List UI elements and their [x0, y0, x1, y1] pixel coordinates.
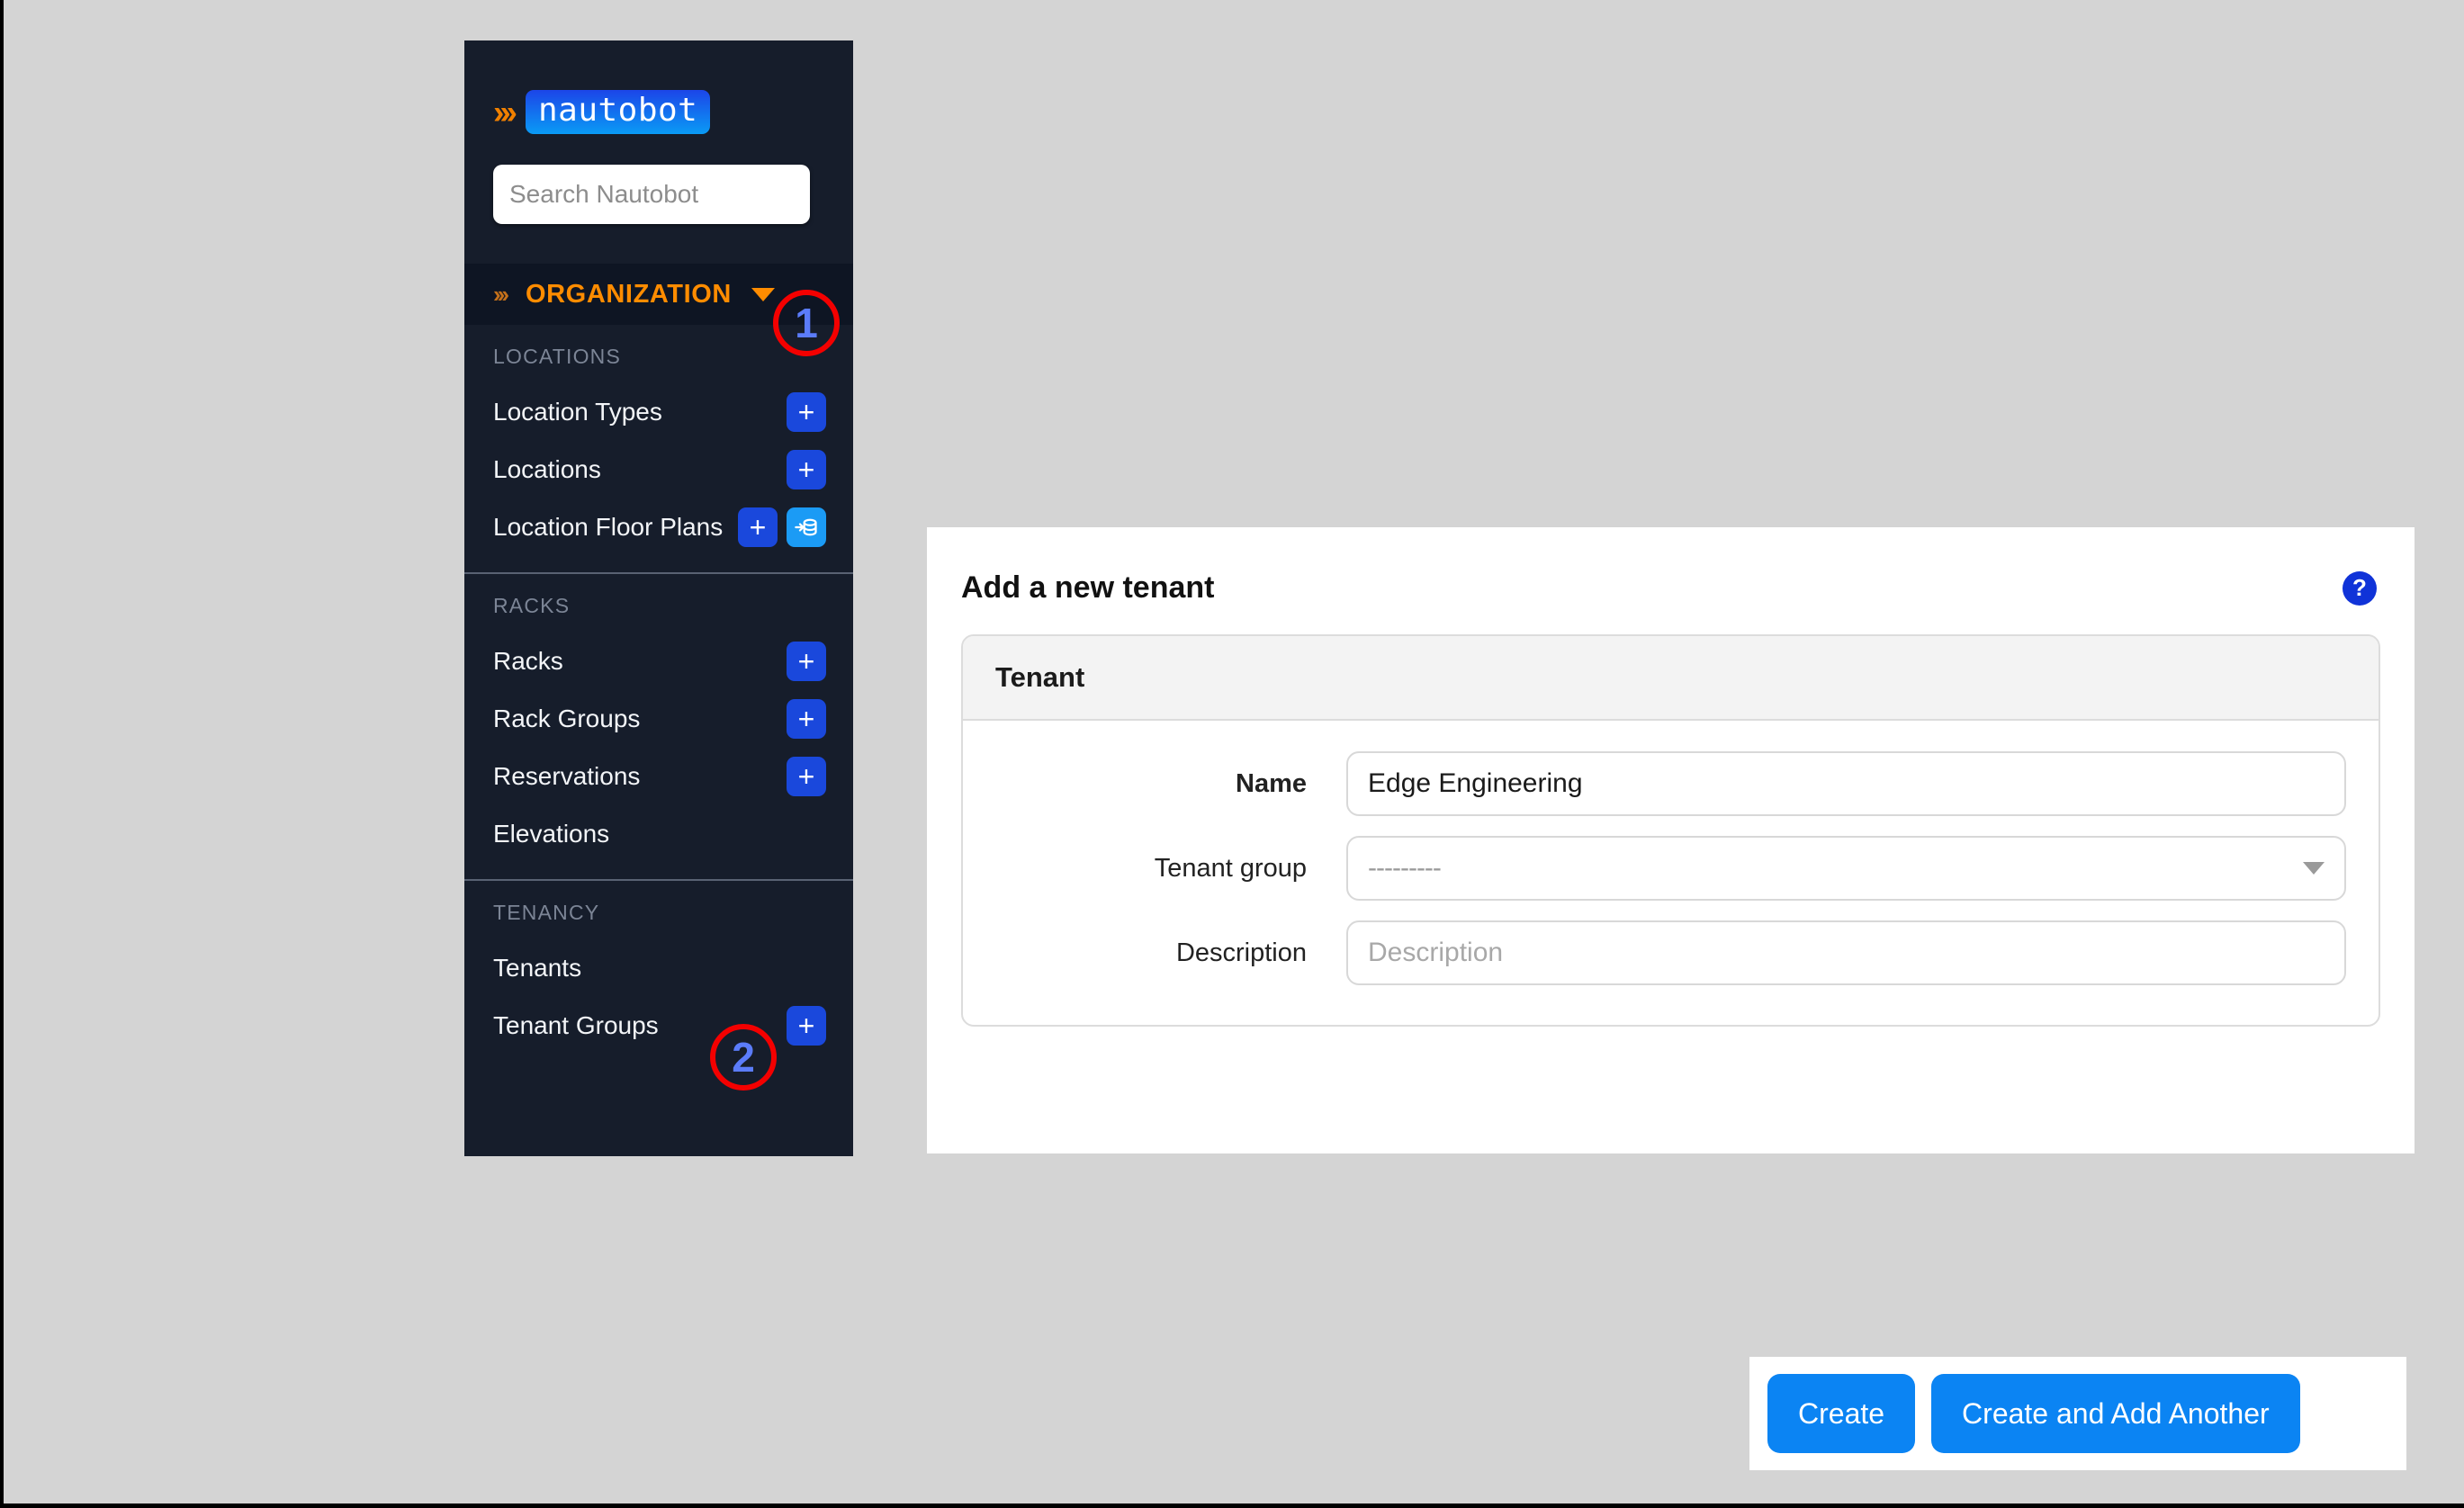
sidebar-item-label: Elevations [493, 820, 610, 848]
brand-name: nautobot [525, 90, 711, 134]
sidebar-item-location-floor-plans[interactable]: Location Floor Plans + [464, 498, 853, 556]
nav-actions: + [738, 507, 826, 547]
sidebar-item-label: Location Floor Plans [493, 513, 724, 541]
description-label: Description [1175, 938, 1307, 967]
sidebar-item-tenant-groups[interactable]: Tenant Groups + [464, 997, 853, 1055]
brand-logo[interactable]: ››› nautobot [464, 40, 853, 134]
sidebar-item-locations[interactable]: Locations + [464, 441, 853, 498]
nav-group-title: RACKS [493, 594, 571, 617]
sidebar-item-racks[interactable]: Racks + [464, 633, 853, 690]
sidebar-item-label: Locations [493, 455, 601, 483]
add-location-button[interactable]: + [787, 450, 826, 489]
nav-actions: + [787, 757, 826, 796]
name-label: Name [1236, 768, 1307, 798]
description-field[interactable] [1346, 920, 2346, 985]
search-bar [493, 165, 810, 224]
help-icon[interactable]: ? [2343, 570, 2377, 606]
nav-group-locations: LOCATIONS Location Types + Locations + L… [464, 325, 853, 556]
nav-group-tenancy: TENANCY Tenants Tenant Groups + [464, 881, 853, 1055]
sidebar: ››› nautobot ››› ORGANIZATION LOCATIONS … [464, 40, 853, 1156]
tenant-card-body: Name Tenant group Description [963, 721, 2379, 1025]
organization-chevrons-icon: ››› [493, 281, 509, 308]
nav-actions: + [787, 699, 826, 739]
sidebar-item-rack-groups[interactable]: Rack Groups + [464, 690, 853, 748]
page-title: Add a new tenant [961, 570, 1215, 605]
annotation-marker-2: 2 [710, 1024, 777, 1091]
nav-actions: + [787, 1006, 826, 1046]
tenant-card-title: Tenant [963, 636, 2379, 721]
add-reservation-button[interactable]: + [787, 757, 826, 796]
search-input[interactable] [493, 165, 810, 224]
tenant-group-select[interactable] [1346, 836, 2346, 901]
sidebar-item-label: Tenants [493, 954, 582, 982]
field-row-description: Description [995, 920, 2346, 985]
organization-label: ORGANIZATION [525, 279, 732, 309]
add-tenant-group-button[interactable]: + [787, 1006, 826, 1046]
nav-actions: + [787, 450, 826, 489]
description-control [1346, 920, 2346, 985]
brand-chevrons-icon: ››› [493, 94, 517, 130]
tenant-group-control [1346, 836, 2346, 901]
add-rack-group-button[interactable]: + [787, 699, 826, 739]
sidebar-item-tenants[interactable]: Tenants [464, 939, 853, 997]
import-floor-plan-button[interactable] [787, 507, 826, 547]
add-floor-plan-button[interactable]: + [738, 507, 778, 547]
database-import-icon [795, 518, 817, 536]
form-action-bar: Create Create and Add Another [1749, 1357, 2406, 1470]
add-rack-button[interactable]: + [787, 642, 826, 681]
sidebar-item-location-types[interactable]: Location Types + [464, 383, 853, 441]
sidebar-item-label: Rack Groups [493, 705, 641, 732]
create-button[interactable]: Create [1767, 1374, 1916, 1453]
sidebar-item-label: Location Types [493, 398, 662, 426]
nav-actions: + [787, 642, 826, 681]
add-location-type-button[interactable]: + [787, 392, 826, 432]
annotation-marker-1: 1 [773, 290, 840, 356]
chevron-down-icon [751, 287, 775, 301]
sidebar-item-elevations[interactable]: Elevations [464, 805, 853, 863]
name-control [1346, 751, 2346, 816]
nav-group-racks: RACKS Racks + Rack Groups + Reservations… [464, 574, 853, 863]
tenant-form-card: Tenant Name Tenant group Description [961, 634, 2380, 1027]
panel-header: Add a new tenant ? [927, 527, 2415, 606]
name-field[interactable] [1346, 751, 2346, 816]
nav-group-title: TENANCY [493, 901, 600, 924]
nav-actions: + [787, 392, 826, 432]
field-row-tenant-group: Tenant group [995, 836, 2346, 901]
sidebar-item-label: Racks [493, 647, 563, 675]
sidebar-item-label: Reservations [493, 762, 641, 790]
sidebar-item-reservations[interactable]: Reservations + [464, 748, 853, 805]
field-row-name: Name [995, 751, 2346, 816]
add-tenant-panel: Add a new tenant ? Tenant Name Tenant gr… [927, 527, 2415, 1153]
create-and-add-another-button[interactable]: Create and Add Another [1931, 1374, 2300, 1453]
tenant-group-label: Tenant group [1154, 853, 1307, 883]
